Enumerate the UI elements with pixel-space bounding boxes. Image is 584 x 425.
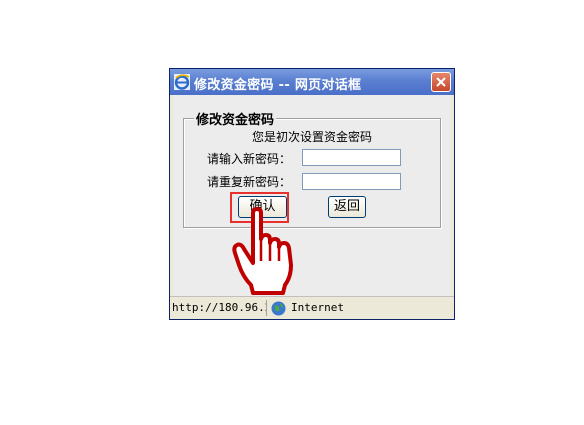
back-button[interactable]: 返回 [328,196,366,218]
zone-label: Internet [291,301,344,314]
repeat-password-label: 请重复新密码： [207,175,292,189]
dialog-title: 修改资金密码 -- 网页对话框 [194,78,362,93]
status-bar: http://180.96.2: Internet [170,296,454,319]
title-bar[interactable]: 修改资金密码 -- 网页对话框 [170,69,454,95]
pointing-hand-icon [232,207,293,295]
ie-icon [174,74,190,90]
dialog-window: 修改资金密码 -- 网页对话框 修改资金密码 您是初次设置资金密码 请输入新密码… [169,68,455,320]
fieldset-legend: 修改资金密码 [194,109,277,128]
hint-text: 您是初次设置资金密码 [251,130,372,144]
new-password-input[interactable] [302,149,401,166]
close-button[interactable] [431,72,451,92]
close-icon [436,77,446,87]
dialog-content: 修改资金密码 您是初次设置资金密码 请输入新密码： 请重复新密码： 确认 返回 [173,95,451,296]
repeat-password-input[interactable] [302,173,401,190]
new-password-label: 请输入新密码： [207,152,292,166]
globe-icon [271,301,286,316]
status-url: http://180.96.2: [172,300,267,316]
